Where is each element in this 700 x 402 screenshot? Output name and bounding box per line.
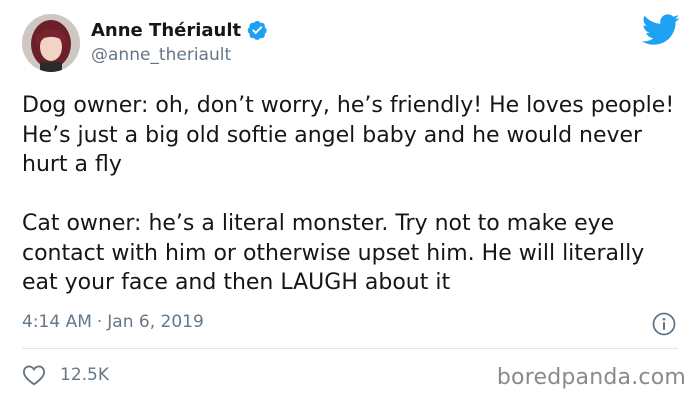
tweet-text: Dog owner: oh, don’t worry, he’s friendl… bbox=[22, 91, 682, 298]
watermark: boredpanda.com bbox=[496, 365, 686, 390]
tweet-timestamp[interactable]: 4:14 AM · Jan 6, 2019 bbox=[22, 312, 204, 332]
like-button[interactable]: 12.5K bbox=[22, 364, 109, 386]
tweet-time: 4:14 AM bbox=[22, 312, 92, 332]
tweet-paragraph: Dog owner: oh, don’t worry, he’s friendl… bbox=[22, 93, 675, 177]
profile-photo-icon bbox=[22, 14, 80, 72]
timestamp-separator: · bbox=[96, 312, 103, 332]
info-icon[interactable] bbox=[651, 311, 677, 337]
twitter-bird-icon[interactable] bbox=[642, 14, 680, 46]
author-display-name[interactable]: Anne Thériault bbox=[91, 20, 241, 41]
verified-badge-icon bbox=[246, 19, 268, 41]
tweet-card: Anne Thériault @anne_theriault Dog owner… bbox=[0, 0, 700, 402]
tweet-date: Jan 6, 2019 bbox=[107, 312, 204, 332]
avatar[interactable] bbox=[22, 14, 80, 72]
author-name-row: Anne Thériault bbox=[91, 19, 268, 41]
tweet-paragraph: Cat owner: he’s a literal monster. Try n… bbox=[22, 211, 645, 295]
author-handle[interactable]: @anne_theriault bbox=[91, 45, 231, 65]
like-count: 12.5K bbox=[60, 365, 109, 385]
divider bbox=[22, 348, 678, 349]
heart-icon bbox=[22, 364, 46, 386]
